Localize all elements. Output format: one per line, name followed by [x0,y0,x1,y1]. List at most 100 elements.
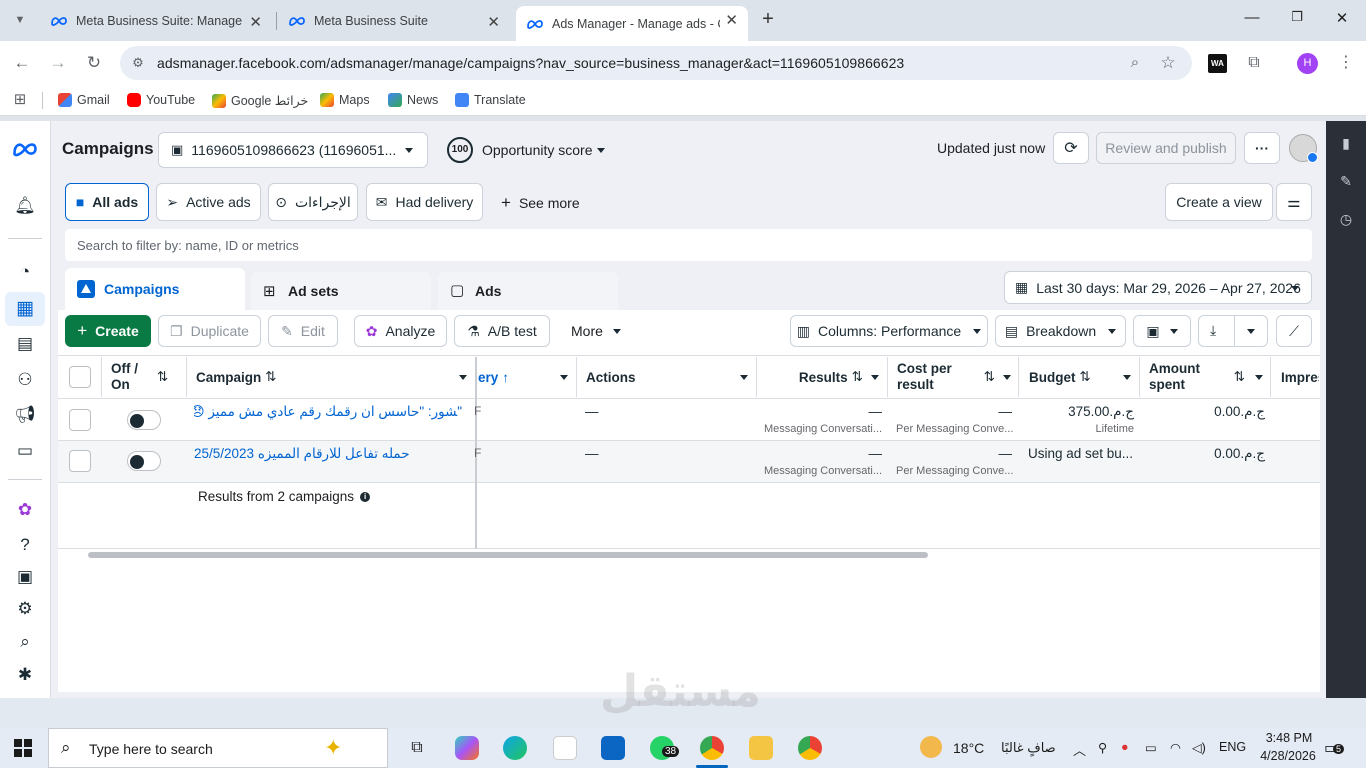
chrome-profile-icon[interactable] [700,736,724,760]
reports-dropdown[interactable]: ▣ [1133,315,1191,347]
clock-time[interactable]: 3:48 PM [1260,731,1318,745]
help-question-icon[interactable]: ? [13,533,37,557]
campaign-name-link[interactable]: ﺣﻤﻠﻪ ﺗﻔﺎﻋﻞ ﻟﻼﺭﻗﺎﻡ ﺍﻟﻤﻤﻴﺰﻩ 25/5/2023 [194,446,410,462]
advertising-megaphone-icon[interactable]: 📢︎ [13,403,37,427]
filter-active-ads[interactable]: ➢ Active ads [156,183,261,221]
site-info-icon[interactable]: ⚙ [128,53,148,73]
zoom-search-icon[interactable]: ⌕ [1125,53,1145,73]
see-more-filters[interactable]: + See more [501,193,580,213]
analyze-button[interactable]: ✿ Analyze [354,315,447,347]
campaign-toggle[interactable] [127,410,161,430]
bookmark-gmail[interactable]: Gmail [58,93,110,107]
tab-search-icon[interactable]: ▼ [10,10,30,30]
taskbar-search-box[interactable]: ⌕ Type here to search ✦ [48,728,388,768]
weather-temperature[interactable]: 18°C [953,740,984,756]
filter-actions-ar[interactable]: ⊙ الإجراءات [268,183,358,221]
filter-all-ads[interactable]: ■ All ads [65,183,149,221]
columns-selector[interactable]: ▥ Columns: Performance [790,315,988,347]
new-tab-plus-icon[interactable]: + [758,9,778,29]
outlook-app-icon[interactable] [601,736,625,760]
col-campaign[interactable]: Campaign ⇅ [196,357,471,397]
refresh-button[interactable]: ⟳ [1053,132,1089,164]
campaign-toggle[interactable] [127,451,161,471]
charts-toggle-button[interactable]: ⟋ [1276,315,1312,347]
back-arrow-icon[interactable]: ← [12,53,32,73]
window-close-icon[interactable]: ✕ [1330,9,1354,27]
bookmark-news[interactable]: News [388,93,438,107]
battery-icon[interactable]: ▭ [1145,740,1157,755]
col-budget[interactable]: Budget ⇅ [1029,357,1137,397]
reports-icon[interactable]: ▤ [13,332,37,356]
browser-tab-1[interactable]: Meta Business Suite: Manage Fa ✕ [40,6,272,35]
filter-had-delivery[interactable]: ✉ Had delivery [366,183,483,221]
more-actions-dropdown[interactable]: More [571,323,621,339]
bookmark-maps[interactable]: Maps [320,93,370,107]
col-cost-per-result[interactable]: Cost per result ⇅ [897,357,1015,397]
bookmark-google-maps-ar[interactable]: Google خرائط [212,93,308,108]
col-amount-spent[interactable]: Amount spent ⇅ [1149,357,1267,397]
opportunity-score-badge[interactable]: 100 [447,137,473,163]
edit-button[interactable]: ✎ Edit [268,315,338,347]
opportunity-score-label[interactable]: Opportunity score [482,142,593,158]
col-results[interactable]: Results ⇅ [760,357,885,397]
account-avatar[interactable] [1289,134,1318,163]
date-range-picker[interactable]: ▦ Last 30 days: Mar 29, 2026 – Apr 27, 2… [1004,271,1312,304]
audiences-people-icon[interactable]: ⚇ [13,368,37,392]
create-button[interactable]: + Create [65,315,151,347]
chart-bars-icon[interactable]: ▮ [1334,131,1358,155]
horizontal-scrollbar[interactable] [88,552,928,558]
chrome-browser-icon[interactable] [798,736,822,760]
tab-ads[interactable]: ▢ Ads [438,272,618,310]
ad-account-selector[interactable]: ▣ 1169605109866623 (11696051... [158,132,428,168]
campaigns-table-icon[interactable]: ▦ [13,297,37,321]
maximize-icon[interactable]: ❐ [1285,9,1309,25]
ab-test-button[interactable]: ⚗ A/B test [454,315,550,347]
store-app-icon[interactable] [553,736,577,760]
col-delivery[interactable]: ery ↑ [478,357,574,397]
minimize-icon[interactable]: — [1240,9,1264,26]
whatsapp-icon[interactable]: 38 [650,736,680,760]
chevron-down-icon[interactable] [597,148,605,153]
extension-wa-icon[interactable]: WA [1208,54,1227,73]
search-filter-input[interactable]: Search to filter by: name, ID or metrics [65,229,1312,261]
search-icon[interactable]: ⌕ [13,630,37,654]
task-view-icon[interactable]: ⧉ [405,736,429,760]
tray-overflow-chevron-icon[interactable]: ︿ [1073,740,1086,759]
copilot-app-icon[interactable] [455,736,479,760]
duplicate-button[interactable]: ❐ Duplicate [158,315,261,347]
dashboard-gauge-icon[interactable]: ◔ [13,260,37,284]
filter-settings-button[interactable]: ⚌ [1276,183,1312,221]
volume-icon[interactable]: ◁) [1192,740,1206,755]
more-options-button[interactable]: ··· [1244,132,1280,164]
export-dropdown[interactable]: ⤓ [1198,315,1268,347]
weather-description[interactable]: صافٍ غالبًا [1001,740,1056,756]
tab-campaigns[interactable]: Campaigns [65,268,245,310]
review-and-publish-button[interactable]: Review and publish [1096,132,1236,164]
wifi-icon[interactable]: ◠ [1170,740,1181,755]
select-all-checkbox[interactable] [69,366,91,388]
weather-moon-icon[interactable] [920,736,942,758]
col-off-on[interactable]: Off / On ⇅ [111,357,191,397]
windows-start-icon[interactable] [14,739,32,757]
bookmark-translate[interactable]: Translate [455,93,526,107]
profile-avatar[interactable]: H [1297,53,1318,74]
all-tools-icon[interactable]: ✿ [13,498,37,522]
breakdown-selector[interactable]: ▤ Breakdown [995,315,1126,347]
bookmark-star-icon[interactable]: ☆ [1158,53,1178,73]
clock-date[interactable]: 4/28/2026 [1255,749,1321,763]
row-checkbox[interactable] [69,450,91,472]
close-icon[interactable]: ✕ [249,13,262,31]
tray-device-icon[interactable]: ⚲ [1098,740,1107,755]
info-icon[interactable]: i [360,491,371,502]
bookmark-youtube[interactable]: YouTube [127,93,195,107]
tab-ad-sets[interactable]: ⊞ Ad sets [251,272,431,310]
news-feed-icon[interactable]: ▣ [13,565,37,589]
forward-arrow-icon[interactable]: → [48,53,68,73]
close-icon[interactable]: ✕ [725,11,738,29]
file-explorer-icon[interactable] [749,736,773,760]
bug-report-icon[interactable]: ✱ [13,663,37,687]
edit-pencil-icon[interactable]: ✎ [1334,169,1358,193]
extensions-puzzle-icon[interactable]: ⧉ [1244,53,1264,73]
settings-gear-icon[interactable]: ⚙ [13,597,37,621]
apps-grid-icon[interactable]: ⊞ [10,90,30,110]
